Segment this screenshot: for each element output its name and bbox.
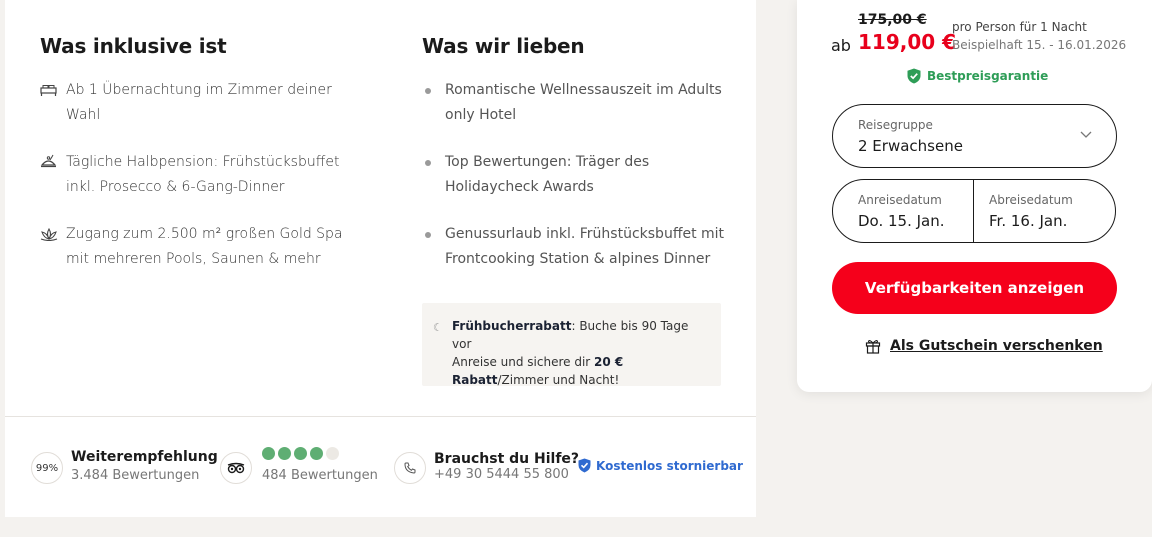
promo-text: Anreise und sichere dir <box>452 355 591 369</box>
travel-group-select[interactable]: Reisegruppe 2 Erwachsene <box>832 104 1117 168</box>
phone-icon[interactable] <box>394 452 426 484</box>
departure-date-field[interactable]: Abreisedatum Fr. 16. Jan. <box>974 180 1115 242</box>
tripadvisor-sub: 484 Bewertungen <box>262 468 378 483</box>
inclusive-section: Was inklusive ist Ab 1 Übernachtung im Z… <box>40 34 370 294</box>
free-cancel-badge: Kostenlos stornierbar <box>578 458 743 473</box>
shield-check-icon <box>578 458 591 473</box>
inclusive-item-text: Wahl <box>66 107 101 123</box>
inclusive-item-text: Tägliche Halbpension: Frühstücksbuffet <box>66 154 340 170</box>
inclusive-item-text: Ab 1 Übernachtung im Zimmer deiner <box>66 82 332 98</box>
departure-label: Abreisedatum <box>989 193 1073 207</box>
inclusive-item-text: inkl. Prosecco & 6-Gang-Dinner <box>66 179 285 195</box>
show-availability-button[interactable]: Verfügbarkeiten anzeigen <box>832 262 1117 314</box>
love-item-text: Genussurlaub inkl. Frühstücksbuffet mit <box>445 226 725 242</box>
moon-icon: ☾ <box>433 321 443 334</box>
bed-icon <box>40 78 66 101</box>
early-booking-promo: ☾ Frühbucherrabatt: Buche bis 90 Tage vo… <box>422 303 721 387</box>
gift-voucher-link[interactable]: Als Gutschein verschenken <box>865 338 1103 354</box>
bullet-dot <box>425 160 431 166</box>
recommend-badge: 99% <box>31 452 63 484</box>
recommend-sub: 3.484 Bewertungen <box>71 468 200 483</box>
per-person-text: pro Person für 1 Nacht <box>952 20 1087 34</box>
help-phone[interactable]: +49 30 5444 55 800 <box>434 467 569 482</box>
free-cancel-label: Kostenlos stornierbar <box>596 458 743 473</box>
love-item-text: Top Bewertungen: Träger des <box>445 154 650 170</box>
love-item-text: Romantische Wellnessauszeit im Adults <box>445 82 722 98</box>
inclusive-item: Zugang zum 2.500 m² großen Gold Spa mit … <box>40 222 370 272</box>
rating-dot <box>278 447 291 460</box>
promo-amount: 20 € <box>594 355 624 369</box>
arrival-label: Anreisedatum <box>858 193 942 207</box>
love-title: Was wir lieben <box>422 34 585 58</box>
current-price: 119,00 € <box>858 30 957 54</box>
travel-group-label: Reisegruppe <box>858 118 933 132</box>
price-info: pro Person für 1 Nacht Beispielhaft 15. … <box>952 18 1126 54</box>
package-details-card: Was inklusive ist Ab 1 Übernachtung im Z… <box>5 0 756 517</box>
dining-icon <box>40 150 66 173</box>
example-dates: Beispielhaft 15. - 16.01.2026 <box>952 38 1127 52</box>
old-price: 175,00 € <box>858 12 927 28</box>
booking-card: 175,00 € ab 119,00 € pro Person für 1 Na… <box>797 0 1152 392</box>
arrival-date-field[interactable]: Anreisedatum Do. 15. Jan. <box>833 180 974 242</box>
love-item: Romantische Wellnessauszeit im Adults on… <box>422 78 742 128</box>
divider <box>5 416 756 417</box>
bullet-dot <box>425 88 431 94</box>
gift-voucher-label: Als Gutschein verschenken <box>890 338 1103 354</box>
promo-title: Frühbucherrabatt <box>452 319 572 333</box>
rating-dot <box>262 447 275 460</box>
bestprice-badge: Bestpreisgarantie <box>907 68 1048 84</box>
help-title: Brauchst du Hilfe? <box>434 451 580 467</box>
love-section: Was wir lieben Romantische Wellnessausze… <box>422 34 742 294</box>
recommend-title: Weiterempfehlung <box>71 449 218 465</box>
gift-icon <box>865 339 881 354</box>
inclusive-title: Was inklusive ist <box>40 34 227 58</box>
promo-rabatt: Rabatt <box>452 373 498 387</box>
rating-dot <box>310 447 323 460</box>
tripadvisor-icon <box>220 452 252 484</box>
chevron-down-icon <box>1080 127 1092 142</box>
love-item: Top Bewertungen: Träger des Holidaycheck… <box>422 150 742 200</box>
lotus-icon <box>40 222 66 245</box>
love-item-text: Holidaycheck Awards <box>445 179 594 195</box>
departure-value: Fr. 16. Jan. <box>989 212 1068 230</box>
inclusive-item-text: mit mehreren Pools, Saunen & mehr <box>66 251 321 267</box>
trust-bar: 99% Weiterempfehlung 3.484 Bewertungen 4… <box>5 447 756 487</box>
rating-dot <box>294 447 307 460</box>
promo-text: /Zimmer und Nacht! <box>497 373 620 387</box>
inclusive-item-text: Zugang zum 2.500 m² großen Gold Spa <box>66 226 343 242</box>
love-item: Genussurlaub inkl. Frühstücksbuffet mit … <box>422 222 742 272</box>
bullet-dot <box>425 232 431 238</box>
inclusive-item: Ab 1 Übernachtung im Zimmer deiner Wahl <box>40 78 370 128</box>
love-item-text: only Hotel <box>445 107 517 123</box>
tripadvisor-rating <box>262 447 339 460</box>
arrival-value: Do. 15. Jan. <box>858 212 945 230</box>
inclusive-item: Tägliche Halbpension: Frühstücksbuffet i… <box>40 150 370 200</box>
date-picker: Anreisedatum Do. 15. Jan. Abreisedatum F… <box>832 179 1116 243</box>
rating-dot-empty <box>326 447 339 460</box>
love-item-text: Frontcooking Station & alpines Dinner <box>445 251 711 267</box>
price-prefix: ab <box>831 36 851 55</box>
shield-check-icon <box>907 68 921 84</box>
travel-group-value: 2 Erwachsene <box>858 137 963 155</box>
bestprice-label: Bestpreisgarantie <box>927 69 1049 83</box>
